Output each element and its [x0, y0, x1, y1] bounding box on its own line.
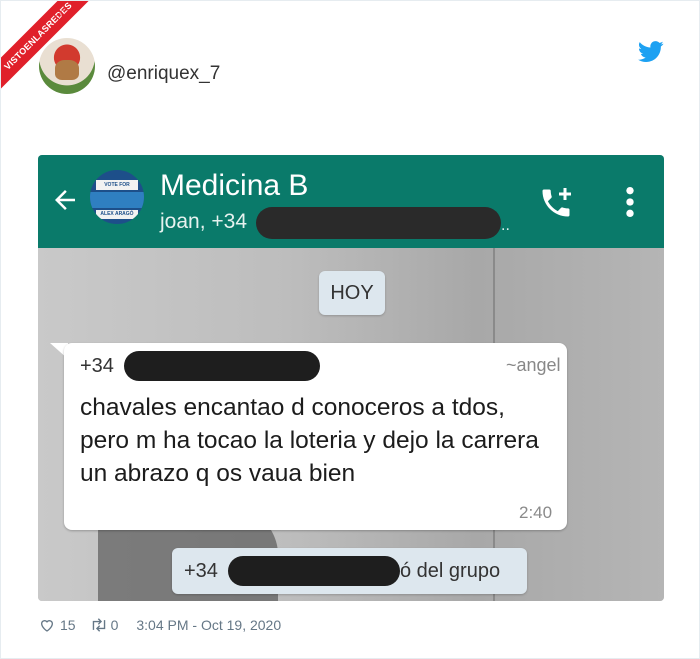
add-call-icon[interactable] [538, 185, 574, 221]
system-message-prefix: +34 [184, 560, 218, 582]
chat-screenshot: VOTE FOR ALEX ARAGÓ Medicina B joan, +34… [38, 155, 664, 601]
tweet-card: VISTOENLASREDES .com @enriquex_7 VOTE FO… [0, 0, 700, 659]
sender-name: ~angel [506, 355, 561, 375]
group-avatar-top-text: VOTE FOR [96, 180, 138, 190]
retweet-count: 0 [110, 617, 119, 633]
group-avatar-bottom-text: ALEX ARAGÓ [96, 210, 138, 219]
twitter-bird-icon[interactable] [638, 41, 664, 63]
message-bubble[interactable]: +34 ~angel chavales encantao d conoceros… [64, 343, 567, 530]
user-handle[interactable]: @enriquex_7 [107, 63, 220, 85]
group-name[interactable]: Medicina B [160, 169, 308, 203]
redaction-bar [256, 207, 501, 239]
like-count: 15 [60, 617, 76, 633]
system-message: +34 ó del grupo [172, 548, 527, 594]
back-arrow-icon[interactable] [50, 185, 80, 215]
redaction-bar [228, 556, 400, 586]
date-separator: HOY [319, 271, 385, 315]
redaction-bar [124, 351, 320, 381]
tweet-timestamp[interactable]: 3:04 PM - Oct 19, 2020 [136, 617, 281, 633]
system-message-suffix: ó del grupo [400, 560, 501, 582]
chat-header: VOTE FOR ALEX ARAGÓ Medicina B joan, +34… [38, 155, 664, 248]
more-vert-icon[interactable] [623, 185, 637, 219]
tweet-footer: 15 0 3:04 PM - Oct 19, 2020 [39, 615, 281, 635]
group-avatar[interactable]: VOTE FOR ALEX ARAGÓ [88, 168, 146, 226]
retweet-icon[interactable] [90, 617, 108, 633]
message-text: chavales encantao d conoceros a tdos, pe… [80, 394, 539, 487]
avatar[interactable] [39, 38, 95, 94]
message-time: 2:40 [519, 503, 553, 522]
group-members: joan, +34 [160, 210, 247, 233]
members-ellipsis: .. [501, 217, 510, 234]
heart-icon[interactable] [39, 617, 55, 633]
sender-phone-prefix: +34 [80, 355, 114, 377]
